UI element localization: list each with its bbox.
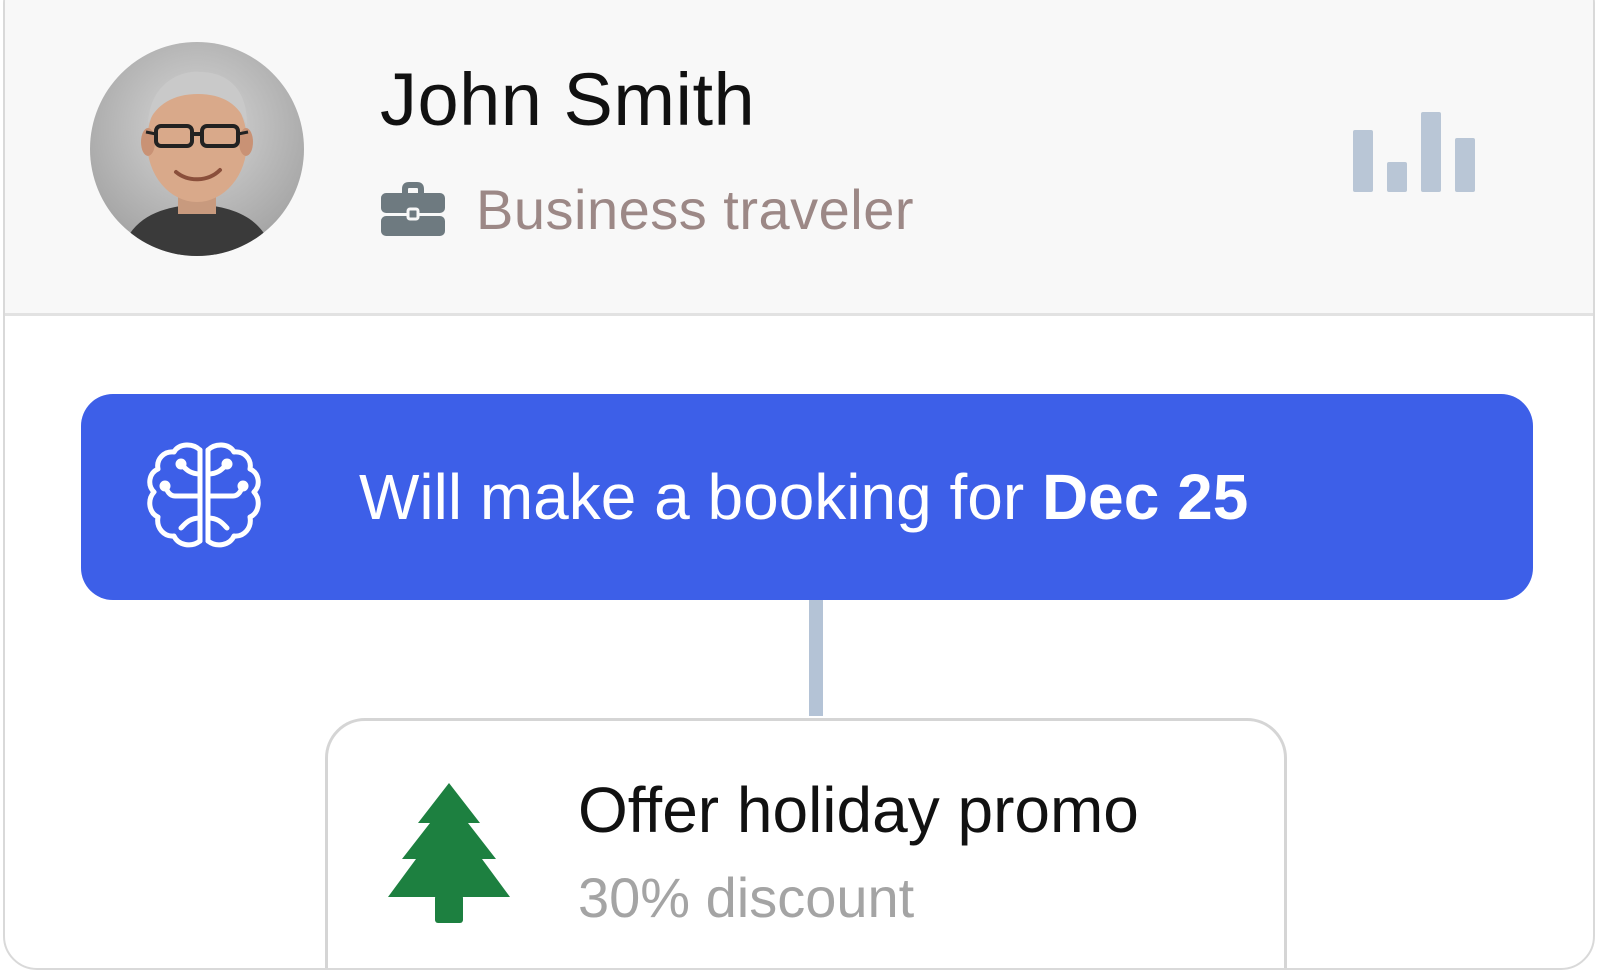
customer-role: Business traveler <box>476 177 915 241</box>
prediction-text-prefix: Will make a booking for <box>359 461 1042 533</box>
customer-segment: Business traveler <box>380 174 914 244</box>
prediction-date: Dec 25 <box>1041 461 1249 533</box>
customer-name: John Smith <box>380 58 756 141</box>
prediction-banner[interactable]: Will make a booking for Dec 25 <box>81 394 1533 600</box>
offer-title: Offer holiday promo <box>578 774 1139 846</box>
brain-icon <box>147 442 261 548</box>
offer-subtitle: 30% discount <box>578 866 915 929</box>
pine-tree-icon <box>388 783 510 923</box>
customer-card: John Smith Business traveler Will make a… <box>3 0 1595 970</box>
flow-connector <box>809 600 823 716</box>
prediction-text: Will make a booking for Dec 25 <box>359 394 1248 600</box>
avatar <box>90 42 304 256</box>
offer-card[interactable]: Offer holiday promo 30% discount <box>325 718 1287 968</box>
briefcase-icon <box>381 182 445 236</box>
profile-header: John Smith Business traveler <box>5 0 1593 316</box>
bar-chart-icon[interactable] <box>1353 110 1483 200</box>
